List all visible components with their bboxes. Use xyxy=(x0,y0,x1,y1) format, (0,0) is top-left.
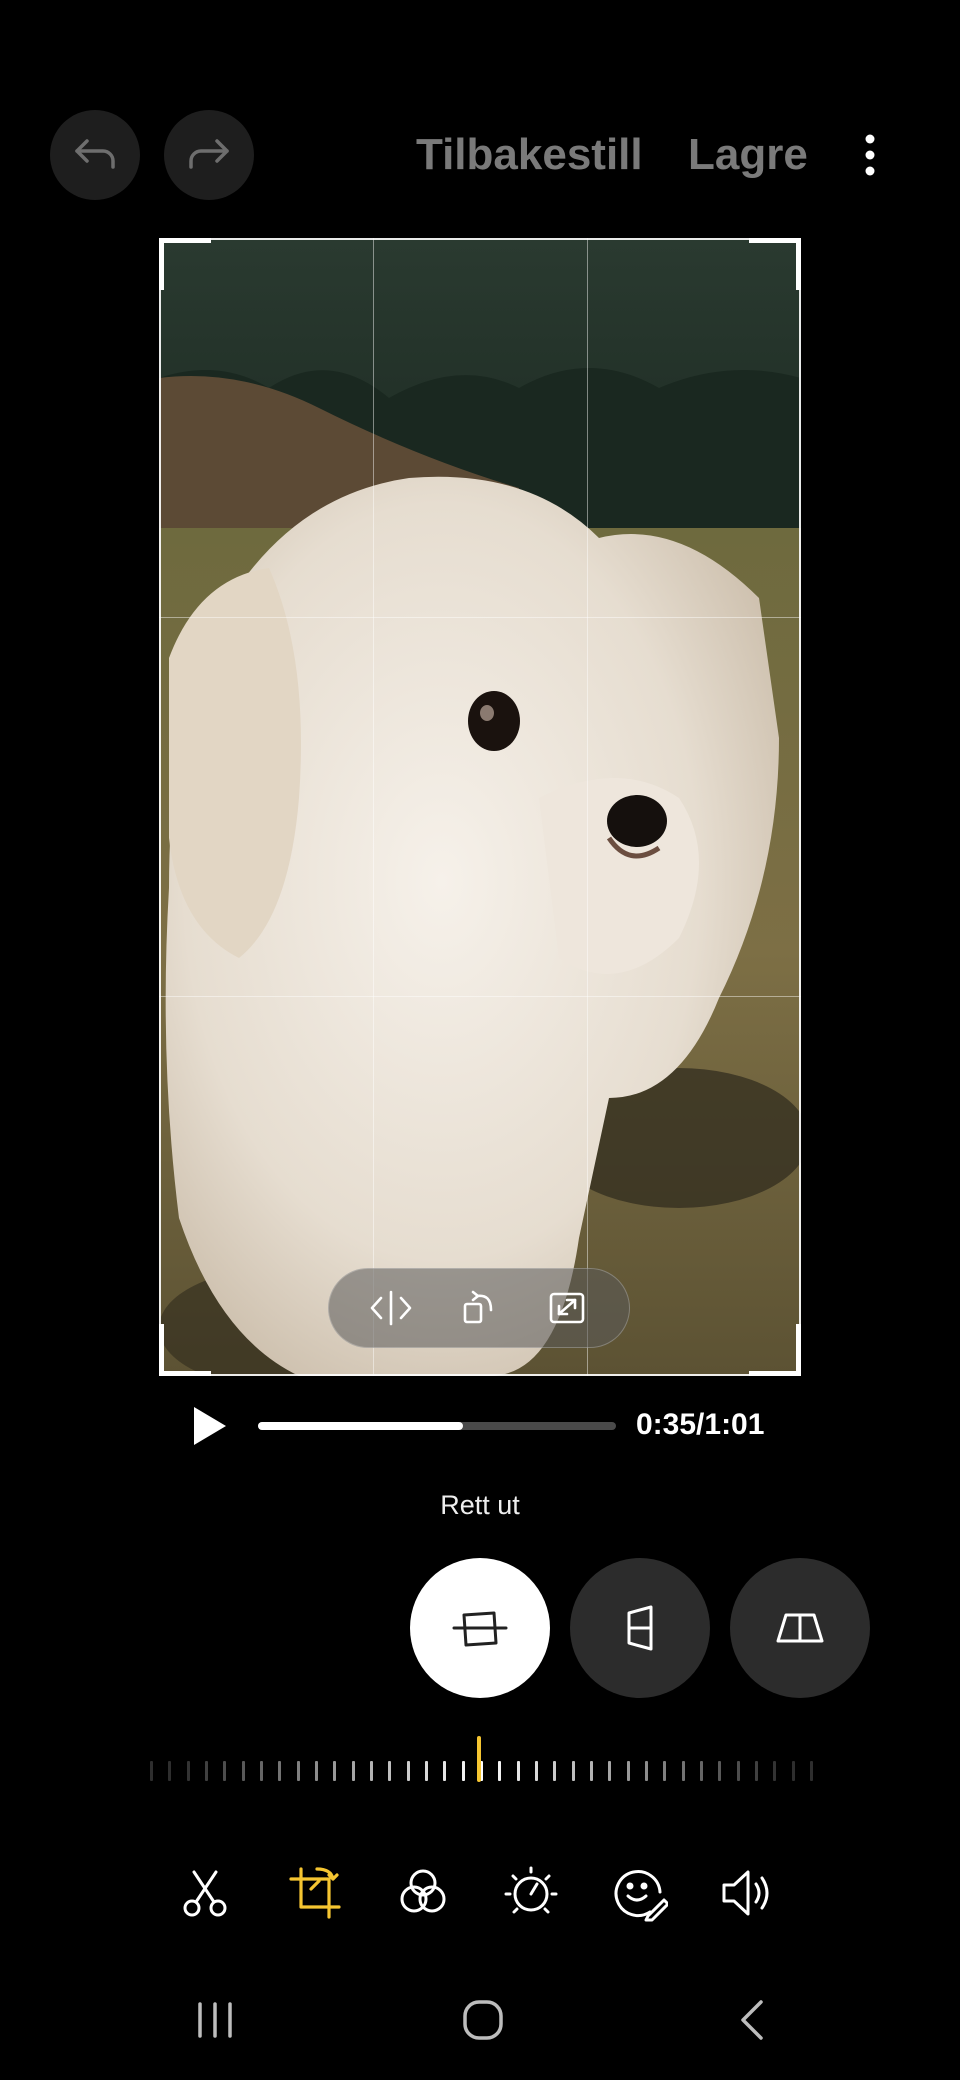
angle-ruler-marker xyxy=(477,1736,481,1782)
volume-icon xyxy=(722,1870,769,1916)
volume-tool-button[interactable] xyxy=(712,1858,782,1928)
filter-icon xyxy=(400,1869,446,1913)
back-button[interactable] xyxy=(722,1990,782,2050)
angle-ruler-tick xyxy=(461,1761,465,1781)
reset-button[interactable]: Tilbakestill xyxy=(416,130,643,180)
crop-handle-top-left[interactable] xyxy=(159,238,211,290)
angle-ruler-tick xyxy=(516,1761,520,1781)
angle-ruler-tick xyxy=(223,1761,227,1781)
angle-ruler-tick xyxy=(186,1761,190,1781)
undo-icon xyxy=(75,139,115,169)
crop-rotate-icon xyxy=(289,1867,341,1919)
angle-ruler-tick xyxy=(755,1761,758,1781)
angle-ruler-tick xyxy=(168,1761,172,1781)
flip-horizontal-icon xyxy=(370,1290,412,1326)
grid-line xyxy=(159,617,801,618)
crop-handle-bottom-right[interactable] xyxy=(749,1324,801,1376)
recent-apps-icon xyxy=(198,2002,232,2038)
filter-tool-button[interactable] xyxy=(388,1858,458,1928)
grid-line xyxy=(587,238,588,1376)
expand-button[interactable] xyxy=(537,1278,597,1338)
more-options-button[interactable] xyxy=(850,130,890,180)
home-button[interactable] xyxy=(453,1990,513,2050)
redo-icon xyxy=(189,139,229,169)
trim-tool-button[interactable] xyxy=(170,1858,240,1928)
vertical-perspective-button[interactable] xyxy=(570,1558,710,1698)
crop-rotate-tool-button[interactable] xyxy=(280,1858,350,1928)
angle-ruler-tick xyxy=(663,1761,667,1781)
angle-ruler-tick xyxy=(773,1761,777,1781)
playback-time: 0:35/1:01 xyxy=(636,1408,765,1441)
straighten-icon xyxy=(452,1611,508,1647)
angle-ruler-tick xyxy=(241,1761,245,1781)
angle-ruler-tick xyxy=(315,1761,318,1781)
angle-ruler-tick xyxy=(278,1761,282,1781)
angle-ruler-tick xyxy=(718,1761,722,1781)
angle-ruler-tick xyxy=(425,1761,428,1781)
more-vertical-icon xyxy=(865,134,875,176)
crop-handle-top-right[interactable] xyxy=(749,238,801,290)
grid-line xyxy=(373,238,374,1376)
angle-ruler-tick xyxy=(681,1761,685,1781)
seek-bar-progress xyxy=(258,1422,464,1430)
angle-ruler-tick xyxy=(608,1761,612,1781)
video-frame-dog xyxy=(159,238,801,1376)
seek-bar[interactable] xyxy=(258,1422,616,1430)
angle-ruler-tick xyxy=(535,1761,538,1781)
redo-button[interactable] xyxy=(164,110,254,200)
angle-ruler-tick xyxy=(406,1761,410,1781)
angle-ruler-tick xyxy=(553,1761,557,1781)
angle-ruler-tick xyxy=(700,1761,703,1781)
angle-ruler-tick xyxy=(351,1761,355,1781)
angle-ruler-tick xyxy=(645,1761,648,1781)
crop-handle-bottom-left[interactable] xyxy=(159,1324,211,1376)
recent-apps-button[interactable] xyxy=(185,1990,245,2050)
angle-ruler-tick xyxy=(791,1761,795,1781)
angle-ruler-tick xyxy=(626,1761,630,1781)
angle-ruler-tick xyxy=(498,1761,502,1781)
undo-button[interactable] xyxy=(50,110,140,200)
flip-horizontal-button[interactable] xyxy=(361,1278,421,1338)
horizontal-perspective-icon xyxy=(776,1613,824,1643)
play-button[interactable] xyxy=(190,1404,230,1448)
angle-ruler-tick xyxy=(260,1761,263,1781)
sticker-icon xyxy=(614,1870,668,1922)
crop-tools-pill xyxy=(328,1268,630,1348)
home-icon xyxy=(463,2000,503,2040)
grid-line xyxy=(159,996,801,997)
back-icon xyxy=(741,2000,763,2040)
angle-ruler-tick xyxy=(205,1761,208,1781)
brightness-tool-button[interactable] xyxy=(496,1858,566,1928)
angle-ruler-tick xyxy=(150,1761,153,1781)
trim-icon xyxy=(183,1870,227,1917)
angle-ruler-tick xyxy=(571,1761,575,1781)
crop-frame[interactable] xyxy=(159,238,801,1376)
rotate-button[interactable] xyxy=(449,1278,509,1338)
save-button[interactable]: Lagre xyxy=(688,130,808,180)
angle-ruler-tick xyxy=(296,1761,300,1781)
sticker-tool-button[interactable] xyxy=(604,1858,674,1928)
horizontal-perspective-button[interactable] xyxy=(730,1558,870,1698)
angle-ruler-tick xyxy=(443,1761,447,1781)
expand-icon xyxy=(549,1292,585,1324)
brightness-icon xyxy=(504,1866,558,1914)
angle-ruler-tick xyxy=(810,1761,813,1781)
angle-ruler-tick xyxy=(333,1761,337,1781)
angle-ruler-tick xyxy=(736,1761,740,1781)
transform-mode-label: Rett ut xyxy=(440,1490,520,1520)
angle-ruler-tick xyxy=(388,1761,392,1781)
rotate-icon xyxy=(463,1290,493,1324)
vertical-perspective-icon xyxy=(627,1605,653,1651)
angle-ruler-tick xyxy=(370,1761,373,1781)
straighten-button[interactable] xyxy=(410,1558,550,1698)
angle-ruler-tick xyxy=(590,1761,593,1781)
play-icon xyxy=(194,1407,226,1445)
